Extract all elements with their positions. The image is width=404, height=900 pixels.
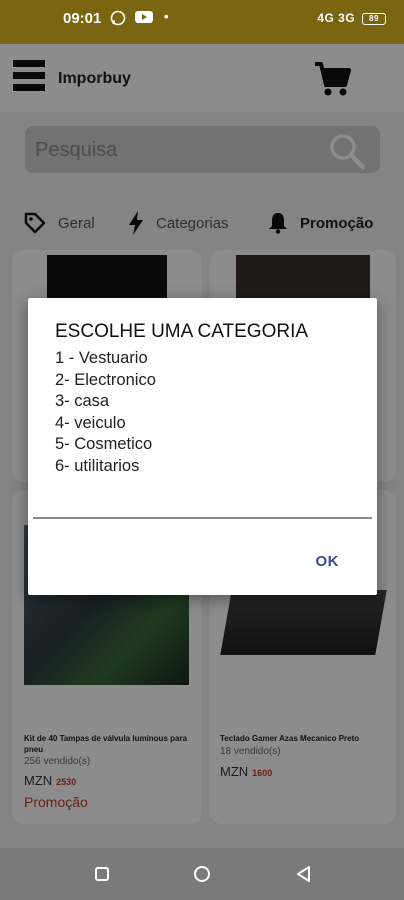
battery-icon: 89: [362, 12, 386, 25]
category-option: 6- utilitarios: [55, 456, 140, 475]
home-icon[interactable]: [190, 862, 214, 886]
dialog-title: ESCOLHE UMA CATEGORIA: [55, 321, 309, 342]
category-dialog: ESCOLHE UMA CATEGORIA 1 - Vestuario 2- E…: [28, 298, 377, 595]
category-option: 4- veiculo: [55, 413, 126, 432]
dot-icon: •: [164, 9, 169, 24]
ok-button[interactable]: OK: [316, 553, 340, 570]
signal-indicator: 4G 3G 89: [317, 11, 386, 25]
category-options: 1 - Vestuario 2- Electronico 3- casa 4- …: [55, 348, 156, 477]
back-icon[interactable]: [292, 862, 316, 886]
input-underline[interactable]: [33, 517, 372, 519]
category-option: 2- Electronico: [55, 370, 156, 389]
status-bar: 09:01 • 4G 3G 89: [0, 0, 404, 44]
system-nav-bar: [0, 848, 404, 900]
youtube-icon: [135, 10, 153, 27]
category-option: 1 - Vestuario: [55, 349, 148, 367]
category-option: 3- casa: [55, 392, 110, 410]
category-option: 5- Cosmetico: [55, 435, 153, 453]
recents-icon[interactable]: [90, 862, 114, 886]
whatsapp-icon: [110, 10, 126, 29]
status-time: 09:01: [63, 10, 102, 27]
